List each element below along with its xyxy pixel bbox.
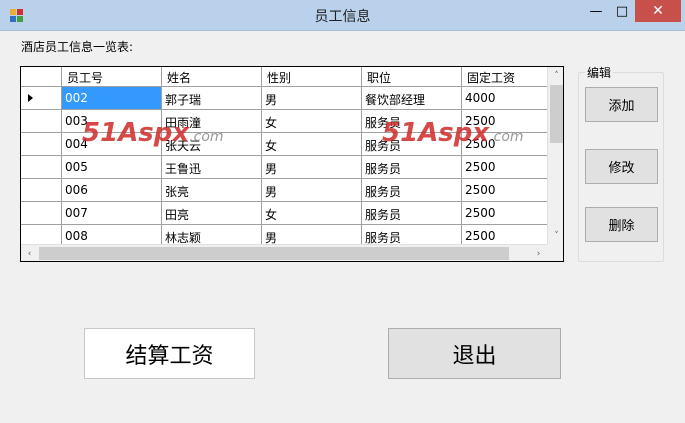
table-cell[interactable]: 003 [62, 110, 162, 133]
table-cell[interactable]: 王鲁迅 [162, 156, 262, 179]
grid-header: 员工号 姓名 性别 职位 固定工资 [21, 67, 563, 87]
column-header[interactable]: 员工号 [62, 67, 162, 87]
table-cell[interactable]: 张天云 [162, 133, 262, 156]
table-cell[interactable]: 2500 [462, 202, 548, 225]
row-header[interactable] [21, 156, 62, 179]
horizontal-scrollbar[interactable]: ‹ › [21, 244, 547, 261]
row-header[interactable] [21, 202, 62, 225]
table-cell[interactable]: 服务员 [362, 156, 462, 179]
table-cell[interactable]: 4000 [462, 87, 548, 110]
scroll-left-icon[interactable]: ‹ [21, 245, 38, 261]
scroll-right-icon[interactable]: › [530, 245, 547, 261]
row-header[interactable] [21, 179, 62, 202]
current-row-arrow-icon [28, 94, 33, 102]
table-cell[interactable]: 女 [262, 110, 362, 133]
scroll-down-icon[interactable]: ˅ [548, 227, 563, 244]
vertical-scroll-thumb[interactable] [550, 85, 563, 143]
table-cell[interactable]: 田亮 [162, 202, 262, 225]
row-header[interactable] [21, 87, 62, 110]
employee-grid[interactable]: 员工号 姓名 性别 职位 固定工资 002 郭子瑞男餐饮部经理 4000 003 田雨潼… [20, 66, 564, 262]
maximize-button[interactable]: □ [609, 0, 635, 22]
row-header-corner[interactable] [21, 67, 62, 87]
table-cell[interactable]: 004 [62, 133, 162, 156]
column-header[interactable]: 性别 [262, 67, 362, 87]
calculate-salary-button[interactable]: 结算工资 [84, 328, 255, 379]
title-bar[interactable]: 员工信息 — □ ✕ [0, 0, 685, 31]
horizontal-scroll-thumb[interactable] [39, 247, 509, 260]
table-cell[interactable]: 郭子瑞 [162, 87, 262, 110]
table-cell[interactable]: 张亮 [162, 179, 262, 202]
minimize-button[interactable]: — [583, 0, 609, 22]
table-cell[interactable]: 女 [262, 133, 362, 156]
vertical-scrollbar[interactable]: ˄ ˅ [547, 67, 563, 244]
table-cell[interactable]: 服务员 [362, 110, 462, 133]
add-button[interactable]: 添加 [585, 87, 658, 122]
table-cell[interactable]: 服务员 [362, 133, 462, 156]
column-header[interactable]: 姓名 [162, 67, 262, 87]
close-button[interactable]: ✕ [635, 0, 681, 22]
table-cell[interactable]: 田雨潼 [162, 110, 262, 133]
table-cell[interactable]: 006 [62, 179, 162, 202]
table-cell[interactable]: 女 [262, 202, 362, 225]
table-cell[interactable]: 男 [262, 156, 362, 179]
scroll-up-icon[interactable]: ˄ [548, 67, 563, 84]
table-cell[interactable]: 002 [62, 87, 162, 110]
scrollbar-corner [547, 244, 563, 261]
table-cell[interactable]: 005 [62, 156, 162, 179]
table-cell[interactable]: 2500 [462, 156, 548, 179]
modify-button[interactable]: 修改 [585, 149, 658, 184]
column-header[interactable]: 固定工资 [462, 67, 548, 87]
table-cell[interactable]: 服务员 [362, 202, 462, 225]
table-cell[interactable]: 2500 [462, 110, 548, 133]
table-cell[interactable]: 男 [262, 179, 362, 202]
row-header[interactable] [21, 133, 62, 156]
edit-group-label: 编辑 [585, 64, 614, 81]
table-caption: 酒店员工信息一览表: [21, 40, 134, 54]
table-cell[interactable]: 餐饮部经理 [362, 87, 462, 110]
table-cell[interactable]: 2500 [462, 179, 548, 202]
row-header[interactable] [21, 110, 62, 133]
table-cell[interactable]: 2500 [462, 133, 548, 156]
table-cell[interactable]: 007 [62, 202, 162, 225]
table-cell[interactable]: 服务员 [362, 179, 462, 202]
column-header[interactable]: 职位 [362, 67, 462, 87]
table-cell[interactable]: 男 [262, 87, 362, 110]
exit-button[interactable]: 退出 [388, 328, 561, 379]
delete-button[interactable]: 删除 [585, 207, 658, 242]
